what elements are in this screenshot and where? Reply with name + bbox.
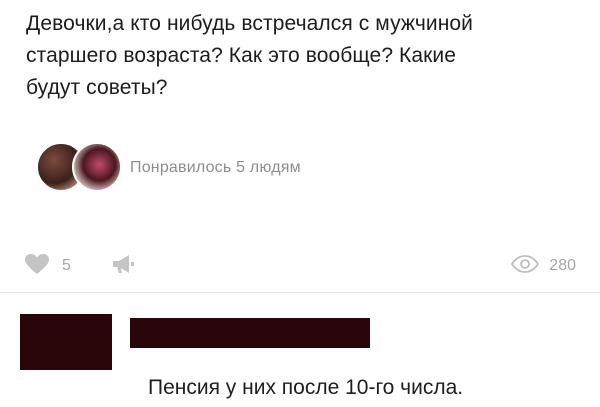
comment-avatar-redacted[interactable] xyxy=(20,314,112,370)
divider xyxy=(0,292,600,293)
like-count: 5 xyxy=(62,257,71,274)
avatar[interactable] xyxy=(72,142,122,192)
likes-summary[interactable]: Понравилось 5 людям xyxy=(130,159,301,177)
share-button[interactable] xyxy=(111,253,135,280)
post-text: Девочки,а кто нибудь встречался с мужчин… xyxy=(26,8,586,104)
views-counter: 280 xyxy=(511,254,576,278)
post-text-line: будут советы? xyxy=(26,76,168,99)
post-text-line: старшего возраста? Как это вообще? Какие xyxy=(26,44,457,67)
likes-row[interactable]: Понравилось 5 людям xyxy=(36,142,536,194)
post-text-line: Девочки,а кто нибудь встречался с мужчин… xyxy=(26,12,474,35)
heart-icon xyxy=(24,253,50,280)
megaphone-icon xyxy=(111,253,135,280)
post-actions: 5 280 xyxy=(24,252,584,280)
comment-text: Пенсия у них после 10-го числа. xyxy=(148,376,464,399)
like-button[interactable]: 5 xyxy=(24,253,71,280)
views-count: 280 xyxy=(549,257,576,274)
eye-icon xyxy=(511,254,540,278)
liker-avatars[interactable] xyxy=(36,142,122,194)
comment-author-redacted[interactable] xyxy=(130,318,370,348)
